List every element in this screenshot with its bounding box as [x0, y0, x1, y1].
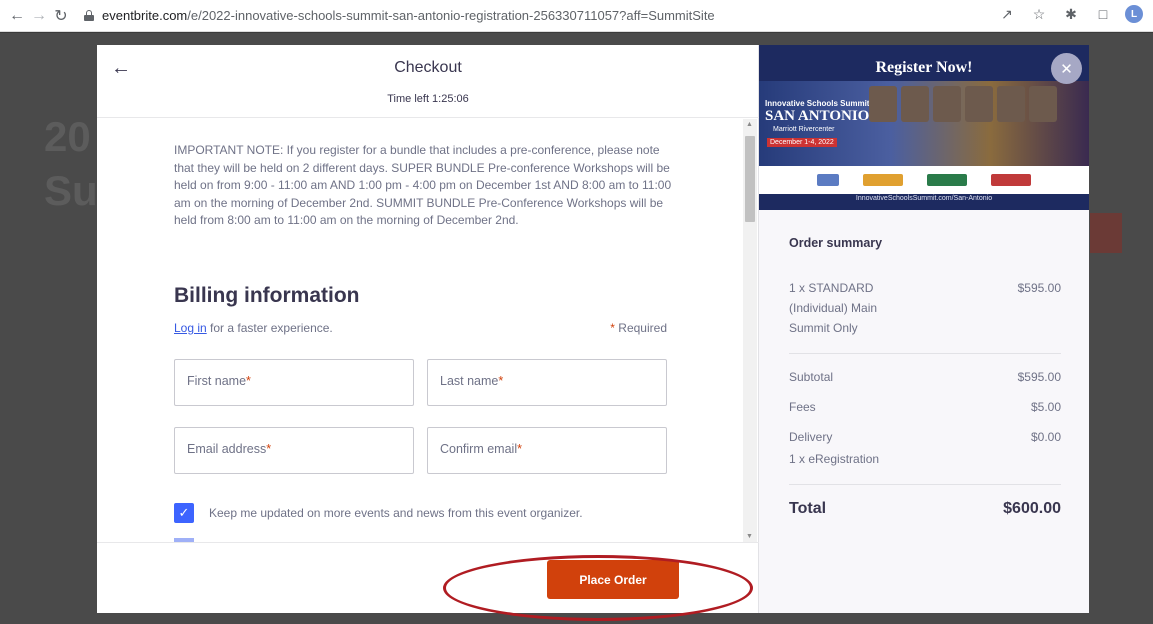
url-host: eventbrite.com	[102, 8, 188, 23]
fees-label: Fees	[789, 400, 816, 414]
speaker-photo	[933, 86, 961, 122]
checkout-title: Checkout	[394, 59, 462, 76]
scroll-down-icon[interactable]: ▼	[746, 533, 753, 540]
email-asterisk: *	[266, 442, 272, 456]
checkout-modal: ← Checkout Time left 1:25:06 IMPORTANT N…	[97, 45, 1089, 621]
speaker-photo	[965, 86, 993, 122]
checkout-header: ← Checkout Time left 1:25:06	[97, 45, 759, 118]
lock-icon	[84, 10, 94, 21]
banner-title: Register Now!	[875, 59, 973, 76]
speaker-photo	[997, 86, 1025, 122]
confirm-email-field[interactable]: Confirm email*	[427, 427, 667, 474]
confirm-email-asterisk: *	[517, 442, 522, 456]
fees-value: $5.00	[1030, 400, 1061, 414]
billing-title: Billing information	[174, 284, 360, 307]
check-icon: ✓	[178, 505, 190, 520]
updates-checkbox[interactable]: ✓	[174, 503, 194, 523]
email-field[interactable]: Email address*	[174, 427, 414, 474]
checkout-footer: Place Order	[97, 542, 759, 621]
reload-icon[interactable]: ↻	[50, 5, 72, 27]
highlight-circle-annotation	[443, 555, 753, 621]
profile-avatar[interactable]: L	[1125, 5, 1143, 23]
last-name-field[interactable]: Last name*	[427, 359, 667, 406]
background-register-button	[1090, 213, 1122, 253]
first-name-field[interactable]: First name*	[174, 359, 414, 406]
required-note: * Required	[610, 321, 667, 335]
speaker-photo	[901, 86, 929, 122]
subtotal-label: Subtotal	[789, 370, 834, 384]
delivery-label: Delivery	[789, 430, 833, 444]
sponsor-logo	[927, 174, 967, 186]
speaker-photo	[869, 86, 897, 122]
banner-website: InnovativeSchoolsSummit.com/San-Antonio	[855, 195, 993, 202]
login-suffix: for a faster experience.	[206, 321, 333, 335]
address-bar[interactable]: eventbrite.com/e/2022-innovative-schools…	[78, 4, 715, 28]
divider	[789, 353, 1061, 354]
background-heading-1: 20	[44, 113, 91, 160]
last-name-label: Last name	[440, 374, 499, 388]
important-note: IMPORTANT NOTE: If you register for a bu…	[174, 143, 672, 228]
delivery-value: $0.00	[1030, 430, 1061, 444]
login-link[interactable]: Log in	[174, 321, 207, 335]
bookmark-star-icon[interactable]: ☆	[1029, 4, 1049, 24]
time-left: Time left 1:25:06	[387, 93, 469, 105]
sponsor-logos	[759, 166, 1089, 194]
banner-image: Innovative Schools Summit SAN ANTONIO Ma…	[759, 81, 1089, 166]
checkout-form-panel: ← Checkout Time left 1:25:06 IMPORTANT N…	[97, 45, 759, 621]
checkout-scroll-area[interactable]: IMPORTANT NOTE: If you register for a bu…	[97, 119, 759, 542]
scrollbar[interactable]: ▲ ▼	[743, 119, 757, 542]
divider	[789, 484, 1061, 485]
scrollbar-thumb[interactable]	[745, 136, 755, 222]
last-name-asterisk: *	[498, 374, 504, 388]
total-value: $600.00	[1003, 500, 1061, 517]
browser-toolbar: ← → ↻ eventbrite.com/e/2022-innovative-s…	[0, 0, 1153, 32]
order-summary-panel: Register Now! Innovative Schools Summit …	[759, 45, 1089, 613]
order-item-row: 1 x STANDARD (Individual) Main Summit On…	[789, 278, 1061, 338]
sponsor-logo	[863, 174, 903, 186]
extensions-icon[interactable]: ✱	[1061, 4, 1081, 24]
delivery-detail-row: 1 x eRegistration	[789, 449, 1061, 469]
back-icon[interactable]: ←	[6, 5, 28, 27]
total-label: Total	[789, 500, 827, 517]
delivery-row: Delivery $0.00	[789, 427, 1061, 447]
updates-checkbox-row: ✓ Keep me updated on more events and new…	[174, 503, 583, 523]
email-label: Email address	[187, 442, 267, 456]
background-heading-2: Su	[44, 167, 98, 214]
forward-icon[interactable]: →	[28, 5, 50, 27]
subtotal-value: $595.00	[1017, 370, 1061, 384]
close-icon[interactable]: ✕	[1051, 53, 1082, 84]
speaker-photos	[869, 86, 1057, 122]
speaker-photo	[1029, 86, 1057, 122]
subtotal-row: Subtotal $595.00	[789, 367, 1061, 387]
event-banner: Register Now! Innovative Schools Summit …	[759, 45, 1089, 210]
sponsor-logo	[991, 174, 1031, 186]
scroll-up-icon[interactable]: ▲	[746, 121, 753, 128]
login-row: Log in for a faster experience.	[174, 321, 333, 335]
fees-row: Fees $5.00	[789, 397, 1061, 417]
banner-city: SAN ANTONIO	[765, 108, 870, 124]
total-row: Total $600.00	[789, 500, 1061, 518]
banner-event-name: Innovative Schools Summit	[765, 99, 870, 108]
banner-date: December 1-4, 2022	[767, 138, 837, 147]
share-icon[interactable]: ↗	[997, 4, 1017, 24]
tab-window-icon[interactable]: □	[1093, 4, 1113, 24]
delivery-detail: 1 x eRegistration	[789, 452, 880, 466]
order-summary-title: Order summary	[789, 236, 883, 250]
first-name-label: First name	[187, 374, 247, 388]
confirm-email-label: Confirm email	[440, 442, 518, 456]
url-text: eventbrite.com/e/2022-innovative-schools…	[102, 8, 715, 23]
updates-checkbox-label: Keep me updated on more events and news …	[209, 506, 583, 520]
sponsor-logo	[817, 174, 839, 186]
url-path: /e/2022-innovative-schools-summit-san-an…	[187, 8, 715, 23]
first-name-asterisk: *	[246, 374, 251, 388]
order-item-name: 1 x STANDARD (Individual) Main Summit On…	[789, 281, 878, 335]
required-label: Required	[618, 321, 667, 335]
banner-venue: Marriott Rivercenter	[773, 126, 835, 133]
order-summary: Order summary 1 x STANDARD (Individual) …	[789, 236, 1061, 517]
order-item-price: $595.00	[1017, 281, 1061, 295]
